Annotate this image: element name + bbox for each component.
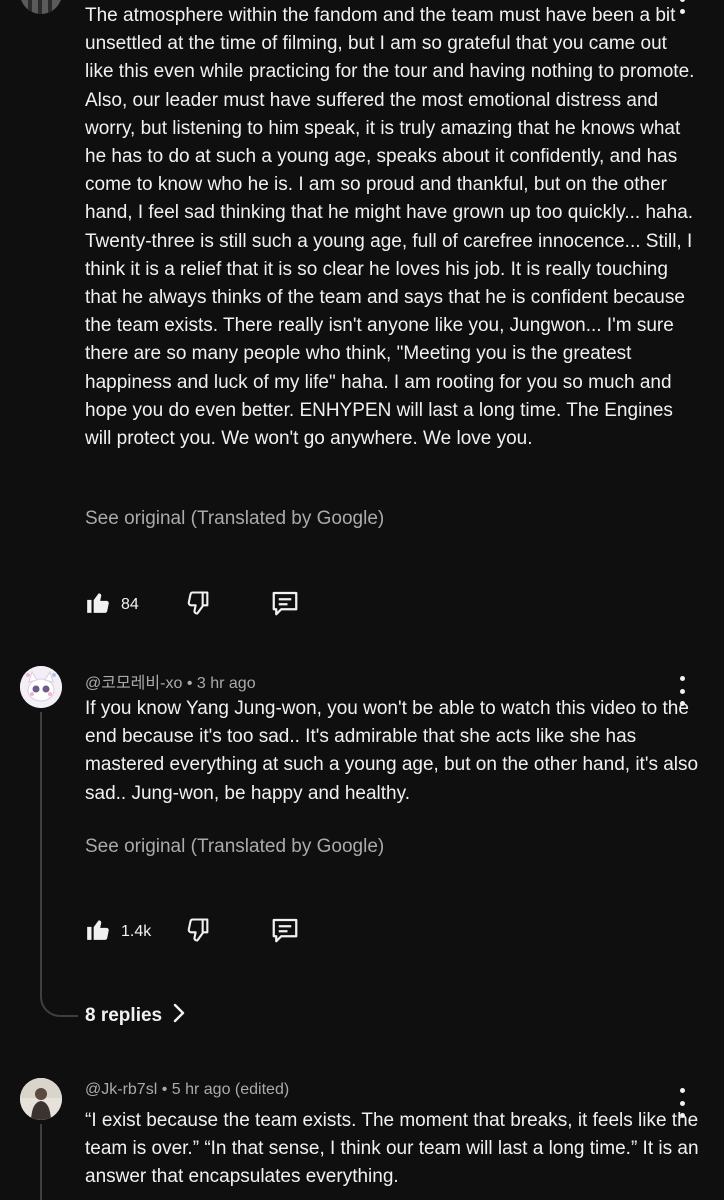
meta-separator: • <box>186 675 193 692</box>
avatar[interactable] <box>20 0 62 14</box>
comment-author[interactable]: @Jk-rb7sl <box>85 1081 157 1098</box>
comment-body: If you know Yang Jung-won, you won't be … <box>85 698 699 804</box>
thumbs-up-icon <box>85 915 111 948</box>
comment-time: 5 hr ago (edited) <box>171 1081 290 1098</box>
comment-author[interactable]: @코모레비-xo <box>85 675 182 692</box>
view-replies-button[interactable]: 8 replies <box>85 1003 186 1029</box>
like-count: 84 <box>121 595 139 613</box>
like-button[interactable]: 84 <box>85 588 139 621</box>
comment-meta: @Jk-rb7sl • 5 hr ago (edited) <box>85 1081 289 1099</box>
like-count: 1.4k <box>121 922 152 940</box>
thumbs-down-icon <box>184 588 212 623</box>
avatar[interactable] <box>20 666 62 708</box>
see-original-link[interactable]: See original (Translated by Google) <box>85 836 384 858</box>
dislike-button[interactable] <box>184 588 212 623</box>
comment-reply-icon <box>270 915 300 950</box>
comment-meta: @코모레비-xo • 3 hr ago <box>85 669 256 693</box>
comment-reply-icon <box>270 588 300 623</box>
meta-separator: • <box>161 1081 168 1098</box>
chevron-right-icon <box>172 1003 186 1029</box>
comment-time: 3 hr ago <box>196 675 256 692</box>
thread-line-curve <box>40 975 78 1017</box>
avatar[interactable] <box>20 1078 62 1120</box>
reply-button[interactable] <box>270 588 300 623</box>
dislike-button[interactable] <box>184 915 212 950</box>
thumbs-up-icon <box>85 588 111 621</box>
like-button[interactable]: 1.4k <box>85 915 151 948</box>
replies-label: 8 replies <box>85 1005 163 1026</box>
thread-line <box>40 712 42 982</box>
comment-body: “I exist because the team exists. The mo… <box>85 1110 699 1188</box>
thumbs-down-icon <box>184 915 212 950</box>
thread-line <box>40 1124 42 1200</box>
comment-body: The atmosphere within the fandom and the… <box>85 5 695 450</box>
reply-button[interactable] <box>270 915 300 950</box>
see-original-link[interactable]: See original (Translated by Google) <box>85 508 384 530</box>
